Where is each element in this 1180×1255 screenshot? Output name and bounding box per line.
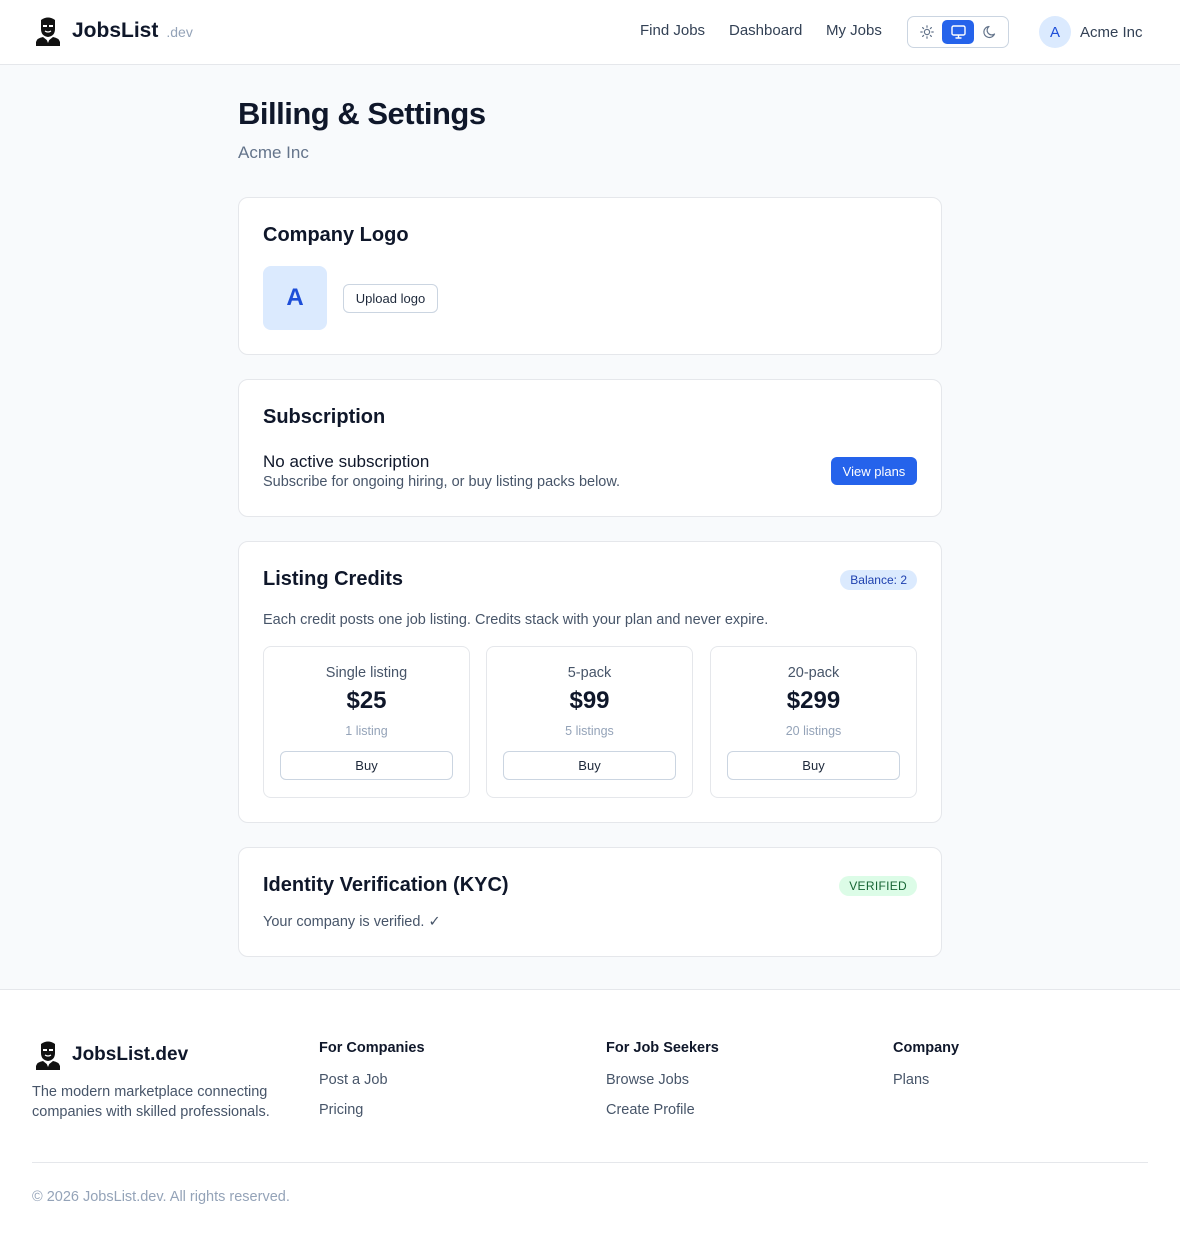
theme-dark-button[interactable] bbox=[974, 20, 1006, 44]
listing-credits-title: Listing Credits bbox=[263, 568, 404, 590]
brand-suffix: .dev bbox=[166, 24, 193, 40]
moon-icon bbox=[983, 25, 996, 39]
footer-brand[interactable]: JobsList.dev bbox=[34, 1040, 188, 1070]
footer-link-create-profile[interactable]: Create Profile bbox=[606, 1102, 719, 1118]
credit-pack-20: 20-pack $299 20 listings Buy bbox=[710, 646, 917, 798]
credit-pack-single: Single listing $25 1 listing Buy bbox=[263, 646, 470, 798]
footer-divider bbox=[32, 1162, 1148, 1163]
upload-logo-button[interactable]: Upload logo bbox=[343, 284, 438, 313]
kyc-status-text: Your company is verified. ✓ bbox=[263, 914, 441, 930]
footer-link-post-job[interactable]: Post a Job bbox=[319, 1072, 425, 1088]
footer-brand-name: JobsList.dev bbox=[72, 1044, 189, 1065]
pack-count: 20 listings bbox=[785, 724, 842, 738]
footer-column-job-seekers: For Job Seekers Browse Jobs Create Profi… bbox=[606, 1040, 719, 1118]
pack-name: 20-pack bbox=[787, 665, 840, 681]
brand-name: JobsList bbox=[72, 19, 159, 42]
footer-column-company: Company Plans bbox=[893, 1040, 959, 1088]
page-subtitle: Acme Inc bbox=[238, 143, 309, 162]
page-title: Billing & Settings bbox=[238, 96, 486, 131]
subscription-status: No active subscription bbox=[263, 452, 430, 471]
pack-count: 5 listings bbox=[565, 724, 614, 738]
nav-find-jobs[interactable]: Find Jobs bbox=[640, 22, 705, 39]
brand-logo-link[interactable]: JobsList .dev bbox=[34, 16, 193, 46]
footer-column-title: For Job Seekers bbox=[606, 1040, 719, 1056]
buy-single-button[interactable]: Buy bbox=[280, 751, 453, 780]
monitor-icon bbox=[950, 25, 966, 39]
nav-my-jobs[interactable]: My Jobs bbox=[826, 22, 882, 39]
pack-price: $99 bbox=[569, 687, 610, 714]
pack-name: Single listing bbox=[325, 665, 408, 681]
user-name: Acme Inc bbox=[1080, 23, 1143, 41]
company-logo-card: Company Logo A Upload logo bbox=[238, 197, 942, 355]
kyc-title: Identity Verification (KYC) bbox=[263, 874, 509, 896]
kyc-card: Identity Verification (KYC) VERIFIED You… bbox=[238, 847, 942, 957]
pack-price: $299 bbox=[786, 687, 841, 714]
nav-dashboard[interactable]: Dashboard bbox=[729, 22, 802, 39]
pack-price: $25 bbox=[346, 687, 387, 714]
site-footer: JobsList.dev The modern marketplace conn… bbox=[0, 989, 1180, 1255]
footer-column-title: For Companies bbox=[319, 1040, 425, 1056]
sun-icon bbox=[920, 25, 934, 39]
footer-link-plans[interactable]: Plans bbox=[893, 1072, 959, 1088]
buy-5-pack-button[interactable]: Buy bbox=[503, 751, 676, 780]
subscription-description: Subscribe for ongoing hiring, or buy lis… bbox=[263, 474, 621, 490]
buy-20-pack-button[interactable]: Buy bbox=[727, 751, 900, 780]
theme-system-button[interactable] bbox=[942, 20, 974, 44]
listing-credits-card: Listing Credits Balance: 2 Each credit p… bbox=[238, 541, 942, 823]
footer-column-companies: For Companies Post a Job Pricing bbox=[319, 1040, 425, 1118]
company-logo-title: Company Logo bbox=[263, 224, 409, 246]
user-menu[interactable]: A Acme Inc bbox=[1039, 16, 1143, 48]
credits-description: Each credit posts one job listing. Credi… bbox=[263, 612, 769, 628]
footer-link-browse-jobs[interactable]: Browse Jobs bbox=[606, 1072, 719, 1088]
bearded-face-logo-icon bbox=[36, 17, 60, 46]
top-navigation-bar: JobsList .dev Find Jobs Dashboard My Job… bbox=[0, 0, 1180, 65]
credit-pack-5: 5-pack $99 5 listings Buy bbox=[486, 646, 693, 798]
company-logo-placeholder: A bbox=[263, 266, 327, 330]
bearded-face-logo-icon bbox=[36, 1041, 60, 1070]
footer-tagline: The modern marketplace connecting compan… bbox=[32, 1084, 270, 1120]
subscription-card: Subscription No active subscription Subs… bbox=[238, 379, 942, 517]
subscription-title: Subscription bbox=[263, 406, 386, 428]
footer-copyright: © 2026 JobsList.dev. All rights reserved… bbox=[32, 1189, 290, 1205]
footer-link-pricing[interactable]: Pricing bbox=[319, 1102, 425, 1118]
user-avatar: A bbox=[1039, 16, 1071, 48]
verified-badge: VERIFIED bbox=[839, 876, 917, 896]
view-plans-button[interactable]: View plans bbox=[831, 457, 917, 485]
theme-toggle bbox=[907, 16, 1009, 48]
footer-column-title: Company bbox=[893, 1040, 960, 1056]
pack-name: 5-pack bbox=[567, 665, 612, 681]
pack-count: 1 listing bbox=[345, 724, 388, 738]
theme-light-button[interactable] bbox=[911, 20, 943, 44]
credit-balance-badge: Balance: 2 bbox=[840, 570, 917, 590]
